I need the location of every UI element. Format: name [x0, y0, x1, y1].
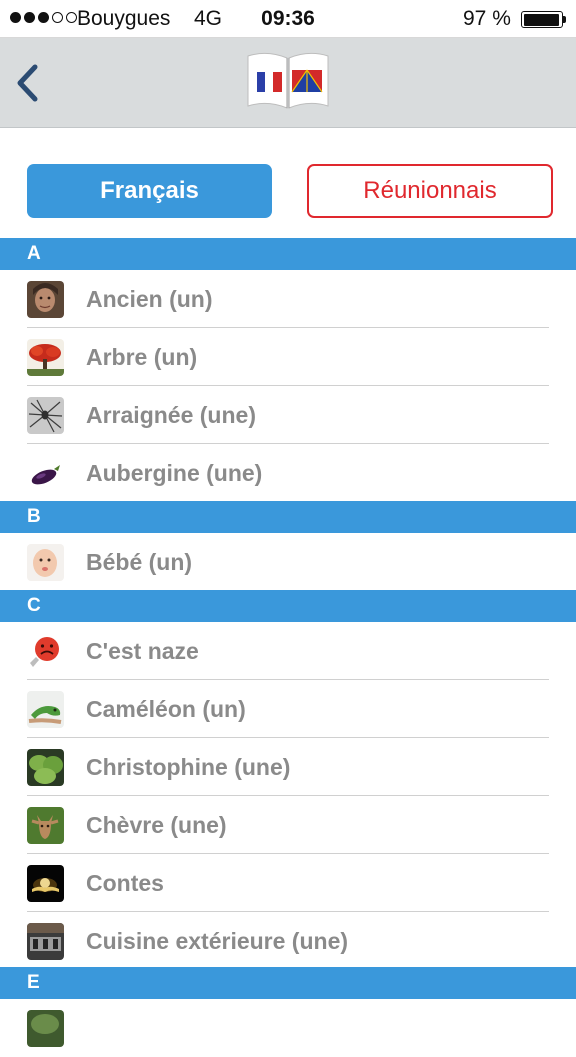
list-item-label: Ancien (un) [86, 286, 213, 312]
list-item[interactable]: Contes [0, 854, 576, 912]
list-item[interactable]: Chèvre (une) [0, 796, 576, 854]
flame-tree-thumbnail [27, 339, 64, 376]
glowing-book-thumbnail [27, 865, 64, 902]
list-item-label: Bébé (un) [86, 549, 193, 575]
list-item[interactable]: Christophine (une) [0, 738, 576, 796]
old-woman-thumbnail [27, 281, 64, 318]
list-item[interactable]: Arbre (un) [0, 328, 576, 386]
outdoor-kitchen-thumbnail [27, 923, 64, 960]
battery-tip [563, 16, 566, 23]
list-item-label: Contes [86, 870, 164, 896]
list-item-label: Caméléon (un) [86, 696, 246, 722]
list-item-label: Cuisine extérieure (une) [86, 928, 349, 954]
goat-thumbnail [27, 807, 64, 844]
list-item-label: Christophine (une) [86, 754, 291, 780]
section-header-e: E [0, 967, 576, 999]
list-item[interactable]: Ancien (un) [0, 270, 576, 328]
eggplant-thumbnail [27, 455, 64, 492]
status-bar: Bouygues 4G 09:36 97 % [0, 0, 576, 38]
partial-thumbnail [27, 1010, 64, 1047]
francais-button[interactable]: Français [27, 164, 272, 218]
baby-thumbnail [27, 544, 64, 581]
chevron-left-icon[interactable] [8, 60, 48, 106]
list-item-label: Arbre (un) [86, 344, 198, 370]
list-item-partial[interactable] [0, 999, 576, 1057]
spider-thumbnail [27, 397, 64, 434]
section-header-c: C [0, 590, 576, 622]
list-item-label: Chèvre (une) [86, 812, 227, 838]
navigation-bar [0, 38, 576, 128]
section-header-a: A [0, 238, 576, 270]
list-item[interactable]: Caméléon (un) [0, 680, 576, 738]
open-book-flags-logo [245, 46, 331, 112]
list-item[interactable]: Cuisine extérieure (une) [0, 912, 576, 970]
list-item[interactable]: Bébé (un) [0, 533, 576, 591]
sad-face-thumbnail [27, 633, 64, 670]
chameleon-thumbnail [27, 691, 64, 728]
chayote-thumbnail [27, 749, 64, 786]
battery-icon [521, 11, 563, 28]
list-item-label: Aubergine (une) [86, 460, 263, 486]
list-item[interactable]: C'est naze [0, 622, 576, 680]
reunionnais-button[interactable]: Réunionnais [307, 164, 553, 218]
list-item[interactable]: Arraignée (une) [0, 386, 576, 444]
list-item-label: Arraignée (une) [86, 402, 256, 428]
list-item[interactable]: Aubergine (une) [0, 444, 576, 502]
list-item-label: C'est naze [86, 638, 199, 664]
section-header-b: B [0, 501, 576, 533]
battery-percentage: 97 % [463, 7, 511, 30]
